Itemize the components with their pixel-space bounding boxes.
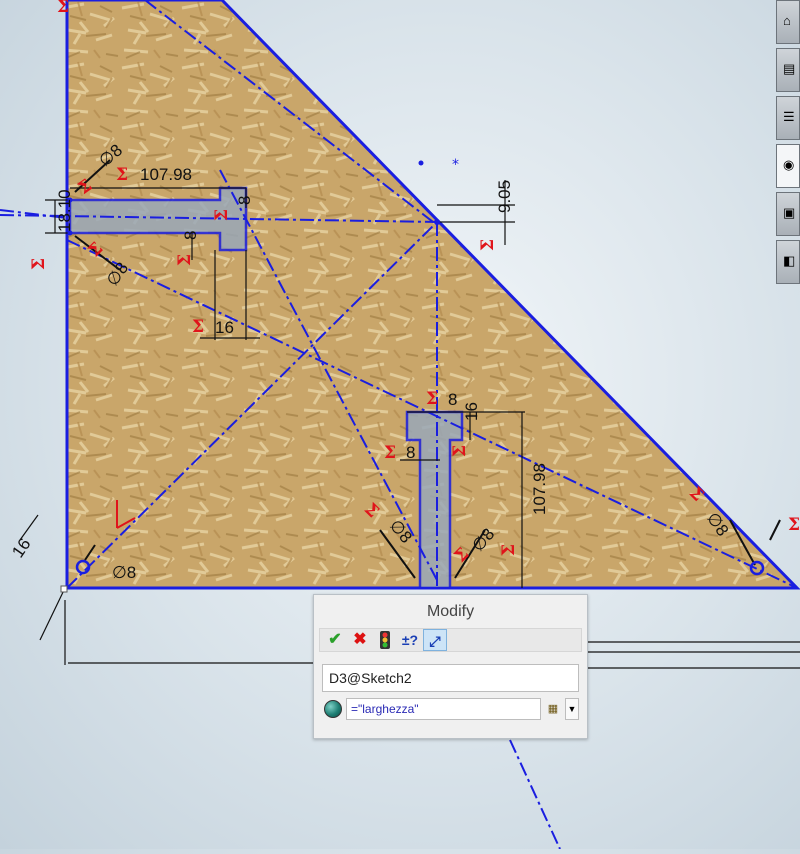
- modify-dialog: Modify ✔ ✖ ±? ⤢ D3@Sketch2 ="larghezza" …: [313, 594, 588, 739]
- palette-icon: ◧: [783, 253, 796, 268]
- svg-text:Σ: Σ: [29, 258, 49, 270]
- folder-icon: ▤: [783, 61, 796, 76]
- dim-slot-width-mid: 16: [215, 318, 234, 337]
- task-pane-tabs: ⌂ ▤ ☰ ◉ ▣ ◧: [776, 0, 800, 284]
- calculator-icon[interactable]: ▦: [544, 699, 562, 719]
- tab-view-palette[interactable]: ◧: [776, 240, 800, 284]
- svg-text:Σ: Σ: [192, 317, 204, 337]
- svg-text:Σ: Σ: [116, 165, 128, 185]
- svg-text:Σ: Σ: [478, 239, 498, 251]
- value-dropdown-button[interactable]: ▼: [565, 698, 579, 720]
- mark-for-drawing-button[interactable]: ⤢: [423, 629, 447, 651]
- dim-right-offset: 9.05: [495, 180, 514, 213]
- dialog-title: Modify: [426, 603, 475, 620]
- list-icon: ☰: [783, 109, 795, 124]
- tab-design-library[interactable]: ▤: [776, 48, 800, 92]
- dimension-mark-icon: ⤢: [429, 633, 441, 649]
- svg-text:Σ: Σ: [175, 254, 195, 266]
- tab-appearances[interactable]: ◉: [776, 144, 800, 188]
- value-row: ="larghezza" ▦ ▼: [322, 698, 579, 720]
- svg-text:Σ: Σ: [499, 544, 519, 556]
- value-input[interactable]: ="larghezza": [346, 698, 541, 720]
- dim-slot-left-height: 8: [181, 231, 200, 240]
- ok-button[interactable]: ✔: [323, 629, 347, 651]
- svg-text:*: *: [452, 157, 459, 173]
- svg-text:Σ: Σ: [212, 209, 232, 221]
- tab-resources[interactable]: ⌂: [776, 0, 800, 44]
- clipboard-icon: ▣: [783, 205, 796, 220]
- dim-slot-top-height: 8: [235, 196, 254, 205]
- rebuild-button[interactable]: [373, 629, 397, 651]
- svg-text:Σ: Σ: [788, 515, 800, 535]
- dim-slot-center-height: 16: [462, 402, 481, 421]
- traffic-light-icon: [380, 631, 390, 649]
- dim-horizontal-top: 107.98: [140, 165, 192, 184]
- dimension-name-field[interactable]: D3@Sketch2: [322, 664, 579, 692]
- origin-point: [60, 585, 68, 593]
- svg-text:Σ: Σ: [426, 389, 438, 409]
- close-icon: ✖: [353, 631, 367, 648]
- tab-custom-properties[interactable]: ▣: [776, 192, 800, 236]
- dim-bottom-left-offset: 16: [8, 535, 34, 561]
- svg-text:Σ: Σ: [450, 445, 470, 457]
- svg-text:Σ: Σ: [384, 443, 396, 463]
- check-icon: ✔: [328, 631, 342, 648]
- dim-vertical-left: 18.10: [55, 189, 74, 232]
- dim-dia-bottom-left: ∅8: [112, 563, 136, 582]
- reverse-dimension-button[interactable]: ±?: [398, 629, 422, 651]
- dialog-toolbar: ✔ ✖ ±? ⤢: [319, 628, 582, 652]
- dim-slot-center-left: 8: [406, 443, 415, 462]
- home-icon: ⌂: [783, 13, 791, 28]
- plus-minus-icon: ±?: [401, 632, 419, 648]
- globe-icon: ◉: [783, 157, 795, 172]
- svg-text:Σ: Σ: [57, 0, 69, 17]
- dim-vertical-right: 107.98: [530, 463, 549, 515]
- global-variable-icon: [324, 700, 342, 718]
- dim-slot-center-width: 8: [448, 390, 457, 409]
- tab-file-explorer[interactable]: ☰: [776, 96, 800, 140]
- cancel-button[interactable]: ✖: [348, 629, 372, 651]
- chevron-down-icon: ▼: [567, 704, 577, 714]
